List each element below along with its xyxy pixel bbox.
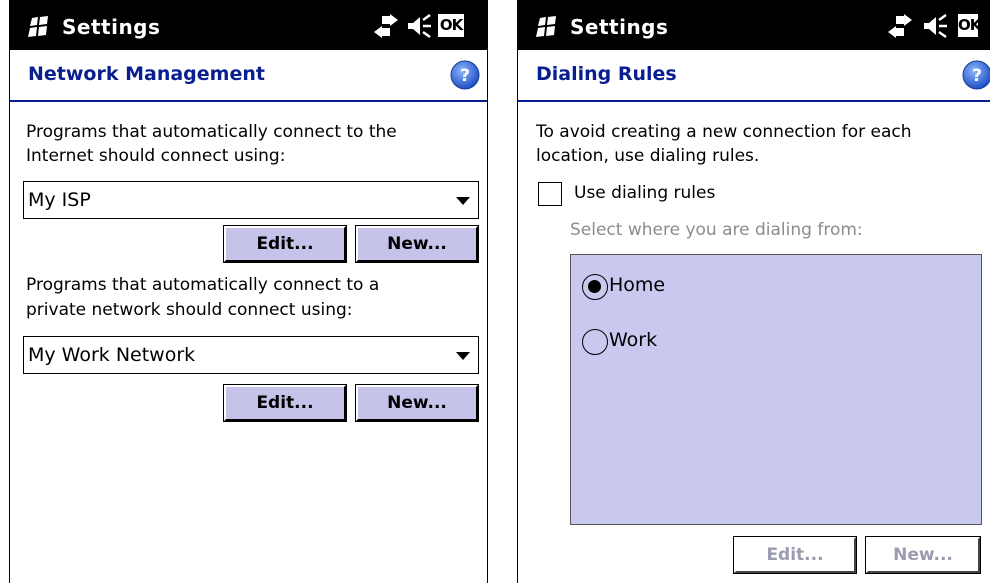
private-prompt-line2: private network should connect using: xyxy=(26,300,353,320)
title-bar: Settings OK xyxy=(518,0,990,50)
connectivity-arrows-icon[interactable] xyxy=(372,14,400,40)
radio-work[interactable] xyxy=(582,329,608,355)
svg-text:?: ? xyxy=(460,66,470,86)
page-header: Dialing Rules xyxy=(518,50,990,102)
internet-prompt-line2: Internet should connect using: xyxy=(26,146,286,166)
internet-connection-value: My ISP xyxy=(28,189,91,211)
private-network-value: My Work Network xyxy=(28,344,196,366)
app-title: Settings xyxy=(570,15,669,39)
new-location-button[interactable]: New... xyxy=(865,536,981,574)
ok-button[interactable]: OK xyxy=(438,14,464,37)
private-network-dropdown[interactable]: My Work Network xyxy=(23,336,479,374)
private-prompt-line1: Programs that automatically connect to a xyxy=(26,275,380,295)
use-dialing-rules-label[interactable]: Use dialing rules xyxy=(574,180,715,207)
chevron-down-icon xyxy=(456,352,470,360)
ok-button[interactable]: OK xyxy=(958,14,978,37)
location-home-label[interactable]: Home xyxy=(609,274,665,296)
radio-selected-dot xyxy=(588,280,601,293)
app-title: Settings xyxy=(62,15,161,39)
network-management-screen: Settings OK Network Management ? Program… xyxy=(9,0,488,583)
location-list: Home Work xyxy=(570,254,982,525)
svg-text:?: ? xyxy=(972,66,982,86)
internet-prompt-line1: Programs that automatically connect to t… xyxy=(26,122,397,142)
page-header: Network Management xyxy=(10,50,487,102)
intro-line2: location, use dialing rules. xyxy=(536,146,760,166)
select-location-prompt: Select where you are dialing from: xyxy=(570,220,863,240)
page-title: Network Management xyxy=(28,63,265,85)
internet-connection-dropdown[interactable]: My ISP xyxy=(23,181,479,219)
speaker-icon[interactable] xyxy=(922,14,948,38)
dialing-rules-screen: Settings OK Dialing Rules ? To avoid cre… xyxy=(517,0,990,583)
connectivity-arrows-icon[interactable] xyxy=(886,14,914,40)
help-icon[interactable]: ? xyxy=(450,60,480,90)
edit-internet-button[interactable]: Edit... xyxy=(223,225,347,263)
title-bar: Settings OK xyxy=(10,0,487,50)
use-dialing-rules-checkbox[interactable] xyxy=(538,182,562,206)
speaker-icon[interactable] xyxy=(406,14,432,38)
page-title: Dialing Rules xyxy=(536,63,677,85)
intro-line1: To avoid creating a new connection for e… xyxy=(536,122,912,142)
windows-start-icon[interactable] xyxy=(534,16,560,38)
location-work-label[interactable]: Work xyxy=(609,329,657,351)
radio-home[interactable] xyxy=(582,274,608,300)
chevron-down-icon xyxy=(456,197,470,205)
edit-private-button[interactable]: Edit... xyxy=(223,384,347,422)
new-internet-button[interactable]: New... xyxy=(355,225,479,263)
windows-start-icon[interactable] xyxy=(26,16,52,38)
new-private-button[interactable]: New... xyxy=(355,384,479,422)
help-icon[interactable]: ? xyxy=(962,60,990,90)
edit-location-button[interactable]: Edit... xyxy=(733,536,857,574)
